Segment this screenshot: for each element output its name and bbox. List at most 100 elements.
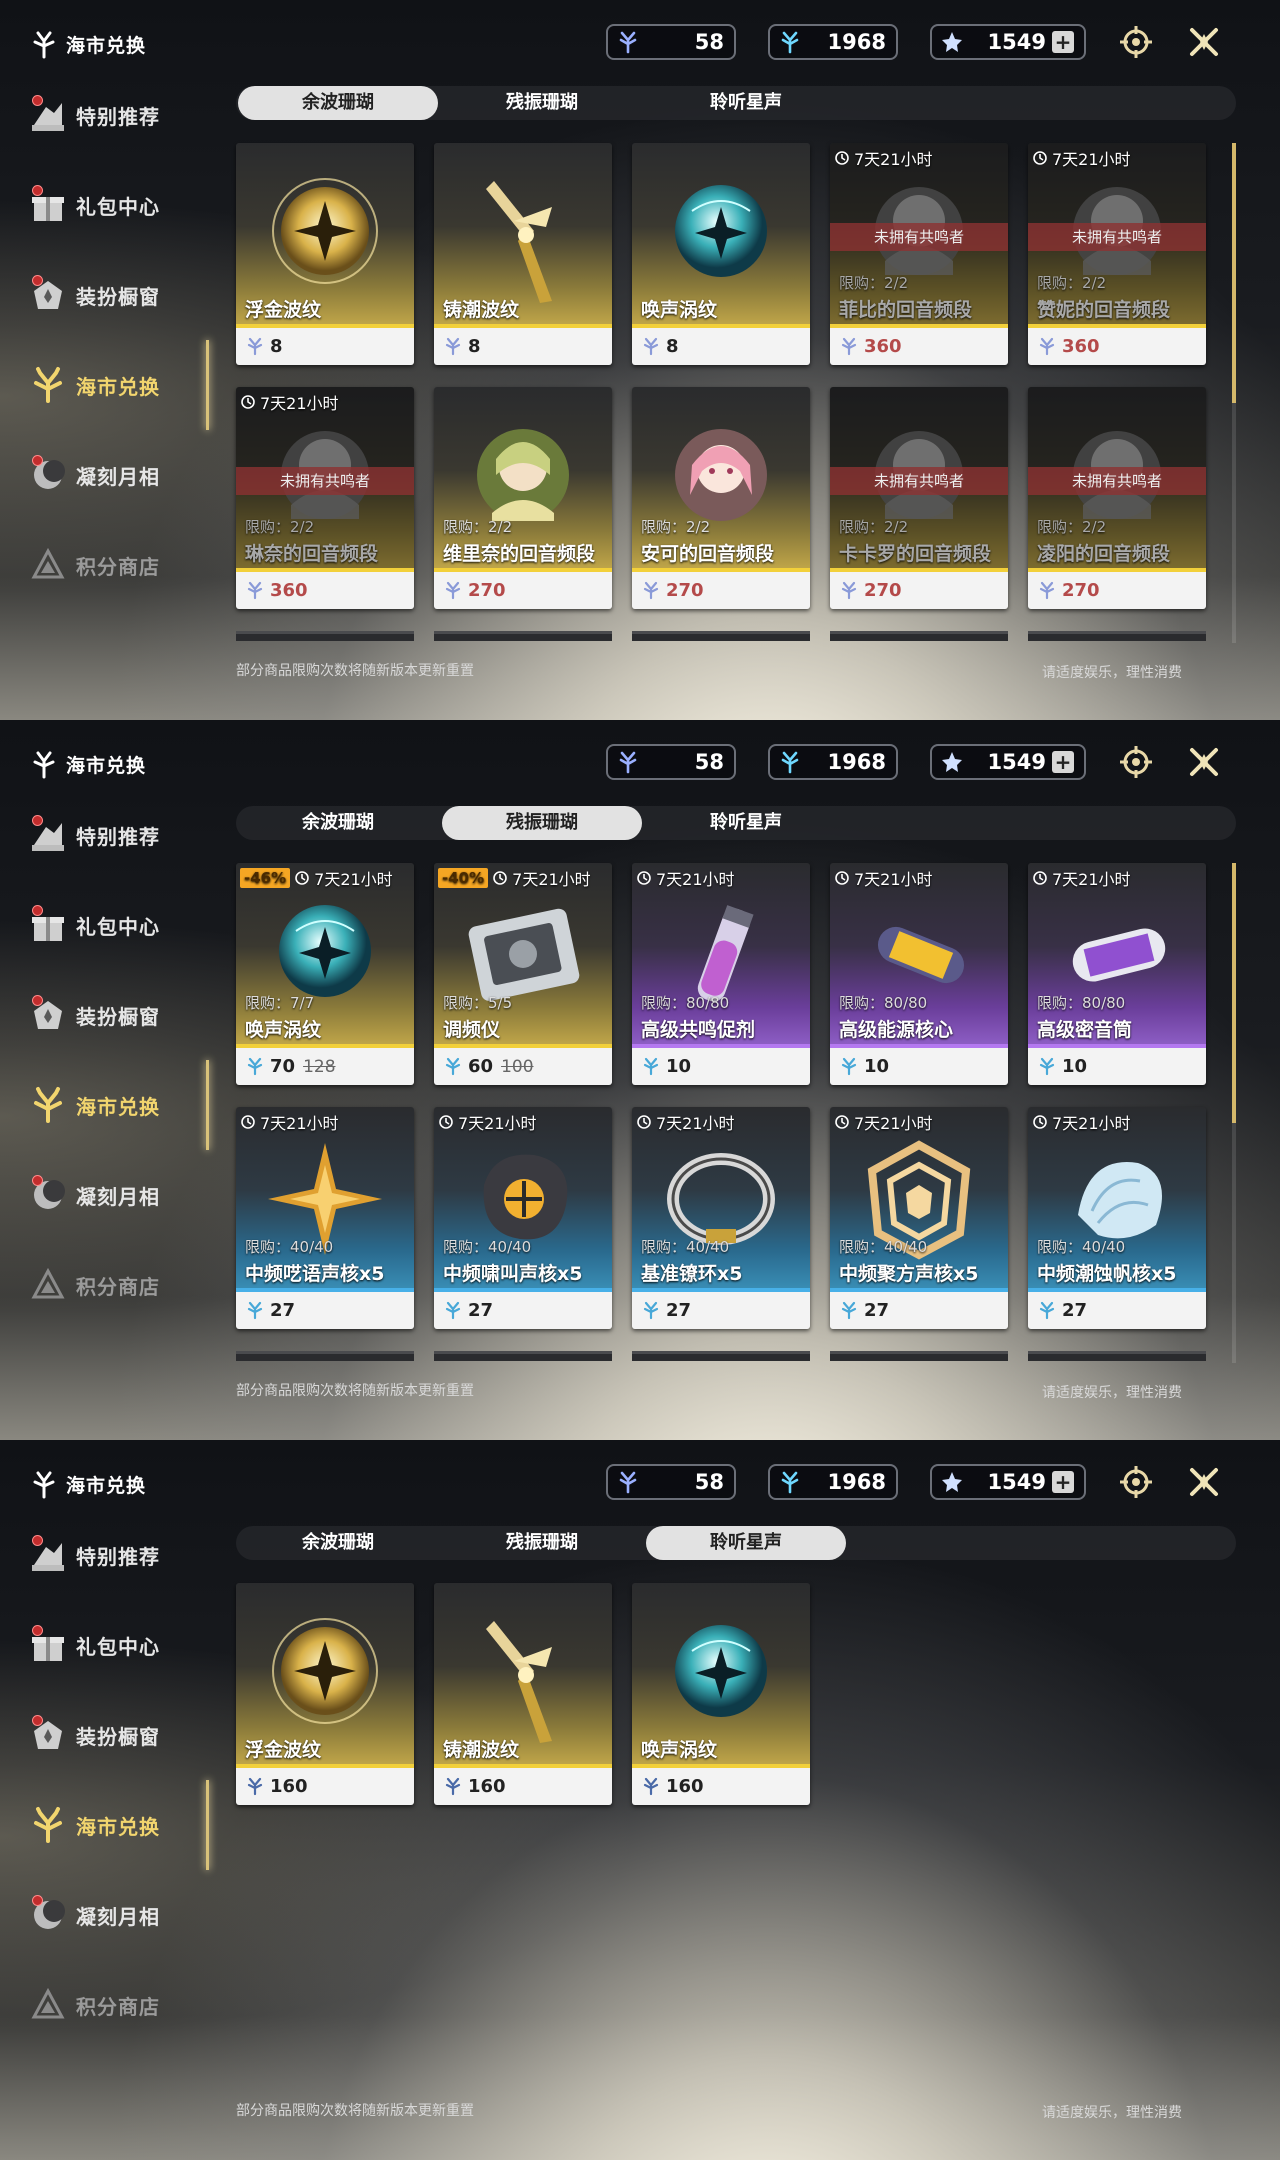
shop-item-card[interactable]: 唤声涡纹 8 <box>632 143 810 365</box>
shop-item-card[interactable]: 7天21小时 未拥有共鸣者 限购：2/2 菲比的回音频段 360 <box>830 143 1008 365</box>
shop-item-card[interactable]: 7天21小时 限购：40/40 中频潮蚀帆核x5 27 <box>1028 1107 1206 1329</box>
clock-icon <box>492 870 508 886</box>
price-bar: 270 <box>632 572 810 609</box>
sidebar-item-recommend[interactable]: 特别推荐 <box>28 810 208 860</box>
shop-item-card[interactable]: 限购：2/2 维里奈的回音频段 270 <box>434 387 612 609</box>
sidebar-item-points-shop[interactable]: 积分商店 <box>28 1260 208 1310</box>
price-bar: 160 <box>434 1768 612 1805</box>
shop-item-card[interactable]: -40% 7天21小时 限购：5/5 调频仪 60 100 <box>434 863 612 1085</box>
shop-item-card[interactable]: 7天21小时 未拥有共鸣者 限购：2/2 琳奈的回音频段 360 <box>236 387 414 609</box>
add-currency-button[interactable]: + <box>1052 1471 1074 1493</box>
sidebar-item-points-shop[interactable]: 积分商店 <box>28 540 208 590</box>
tab-1[interactable]: 余波珊瑚 <box>238 806 438 840</box>
shop-item-card[interactable]: 7天21小时 限购：40/40 中频呓语声核x5 27 <box>236 1107 414 1329</box>
price-bar: 270 <box>434 572 612 609</box>
partial-card <box>434 1351 612 1361</box>
scrollbar[interactable] <box>1232 863 1236 1363</box>
shop-item-card[interactable]: 7天21小时 限购：80/80 高级能源核心 10 <box>830 863 1008 1085</box>
tab-2[interactable]: 残振珊瑚 <box>442 1526 642 1560</box>
shop-item-card[interactable]: 7天21小时 限购：80/80 高级密音筒 10 <box>1028 863 1206 1085</box>
sidebar-item-coral-exchange[interactable]: 海市兑换 <box>28 1080 208 1130</box>
sidebar-item-wardrobe[interactable]: 装扮橱窗 <box>28 270 208 320</box>
coral-afterglow-icon <box>616 30 640 54</box>
scrollbar-thumb[interactable] <box>1232 143 1236 403</box>
timer-text: 7天21小时 <box>260 1114 339 1133</box>
sidebar-item-label: 凝刻月相 <box>76 464 160 489</box>
notification-dot <box>32 455 43 466</box>
shop-item-card[interactable]: 7天21小时 限购：40/40 基准镣环x5 27 <box>632 1107 810 1329</box>
coral-oscillated-icon <box>778 750 802 774</box>
currency-value: 1549 <box>987 1470 1046 1494</box>
coral-currency-icon <box>642 1777 660 1797</box>
shop-item-card[interactable]: 7天21小时 未拥有共鸣者 限购：2/2 赞妮的回音频段 360 <box>1028 143 1206 365</box>
item-name: 琳奈的回音频段 <box>245 543 379 565</box>
shop-item-card[interactable]: 7天21小时 限购：40/40 中频啸叫声核x5 27 <box>434 1107 612 1329</box>
shop-item-card[interactable]: 7天21小时 限购：40/40 中频聚方声核x5 27 <box>830 1107 1008 1329</box>
tab-bar: 余波珊瑚 残振珊瑚 聆听星声 <box>236 86 1236 120</box>
sidebar-icon-wrap <box>28 1085 68 1125</box>
sidebar-item-lunar[interactable]: 凝刻月相 <box>28 450 208 500</box>
sidebar-item-label: 海市兑换 <box>76 1814 160 1839</box>
item-name: 铸潮波纹 <box>443 299 520 321</box>
shop-item-card[interactable]: 限购：2/2 安可的回音频段 270 <box>632 387 810 609</box>
currency-astrite-star: 1549 + <box>930 24 1086 60</box>
footnote-right: 请适度娱乐，理性消费 <box>1042 2105 1182 2121</box>
shop-item-card[interactable]: 铸潮波纹 160 <box>434 1583 612 1805</box>
item-name: 调频仪 <box>443 1019 501 1041</box>
scrollbar-thumb[interactable] <box>1232 863 1236 1123</box>
tab-2[interactable]: 残振珊瑚 <box>442 86 642 120</box>
sidebar-item-coral-exchange[interactable]: 海市兑换 <box>28 360 208 410</box>
target-icon[interactable] <box>1118 744 1154 780</box>
sidebar-item-recommend[interactable]: 特别推荐 <box>28 90 208 140</box>
sidebar-item-points-shop[interactable]: 积分商店 <box>28 1980 208 2030</box>
gold-orb-icon <box>236 151 414 311</box>
sidebar-item-gift[interactable]: 礼包中心 <box>28 180 208 230</box>
coral-currency-icon <box>444 1057 462 1077</box>
shop-item-card[interactable]: -46% 7天21小时 限购：7/7 唤声涡纹 70 128 <box>236 863 414 1085</box>
tab-3[interactable]: 聆听星声 <box>646 1526 846 1560</box>
tab-1[interactable]: 余波珊瑚 <box>238 1526 438 1560</box>
item-price: 360 <box>864 336 902 357</box>
item-name: 浮金波纹 <box>245 1739 322 1761</box>
tab-2[interactable]: 残振珊瑚 <box>442 806 642 840</box>
shop-item-card[interactable]: 未拥有共鸣者 限购：2/2 卡卡罗的回音频段 270 <box>830 387 1008 609</box>
close-icon[interactable] <box>1186 1464 1222 1500</box>
tab-3[interactable]: 聆听星声 <box>646 806 846 840</box>
sidebar-icon-wrap <box>28 1535 68 1575</box>
target-icon[interactable] <box>1118 24 1154 60</box>
sidebar-item-wardrobe[interactable]: 装扮橱窗 <box>28 990 208 1040</box>
sidebar-item-lunar[interactable]: 凝刻月相 <box>28 1170 208 1220</box>
coral-logo-icon <box>30 749 58 779</box>
sidebar-item-recommend[interactable]: 特别推荐 <box>28 1530 208 1580</box>
sidebar-item-label: 积分商店 <box>76 1994 160 2019</box>
tab-3[interactable]: 聆听星声 <box>646 86 846 120</box>
close-icon[interactable] <box>1186 24 1222 60</box>
purchase-limit: 限购：80/80 <box>839 994 928 1012</box>
sidebar-item-label: 装扮橱窗 <box>76 284 160 309</box>
partial-card <box>830 631 1008 641</box>
shop-item-card[interactable]: 未拥有共鸣者 限购：2/2 凌阳的回音频段 270 <box>1028 387 1206 609</box>
store-panel: 海市兑换 58 1968 1549 + 特别推荐 礼包中心 装扮橱窗 海市兑换 凝刻月相 积分商店余… <box>0 0 1280 720</box>
sidebar-item-gift[interactable]: 礼包中心 <box>28 1620 208 1670</box>
price-bar: 27 <box>830 1292 1008 1329</box>
scrollbar[interactable] <box>1232 143 1236 643</box>
shop-item-card[interactable]: 浮金波纹 8 <box>236 143 414 365</box>
page-header: 海市兑换 <box>30 1464 146 1504</box>
sidebar-item-gift[interactable]: 礼包中心 <box>28 900 208 950</box>
shop-item-card[interactable]: 唤声涡纹 160 <box>632 1583 810 1805</box>
locked-banner: 未拥有共鸣者 <box>1028 467 1206 495</box>
close-icon[interactable] <box>1186 744 1222 780</box>
shop-item-card[interactable]: 7天21小时 限购：80/80 高级共鸣促剂 10 <box>632 863 810 1085</box>
item-name: 中频聚方声核x5 <box>839 1263 979 1285</box>
add-currency-button[interactable]: + <box>1052 31 1074 53</box>
sidebar-item-coral-exchange[interactable]: 海市兑换 <box>28 1800 208 1850</box>
add-currency-button[interactable]: + <box>1052 751 1074 773</box>
timer: 7天21小时 <box>1032 147 1131 169</box>
tab-1[interactable]: 余波珊瑚 <box>238 86 438 120</box>
target-icon[interactable] <box>1118 1464 1154 1500</box>
sidebar-item-wardrobe[interactable]: 装扮橱窗 <box>28 1710 208 1760</box>
shop-item-card[interactable]: 铸潮波纹 8 <box>434 143 612 365</box>
sidebar-item-lunar[interactable]: 凝刻月相 <box>28 1890 208 1940</box>
item-price: 27 <box>468 1300 494 1321</box>
shop-item-card[interactable]: 浮金波纹 160 <box>236 1583 414 1805</box>
